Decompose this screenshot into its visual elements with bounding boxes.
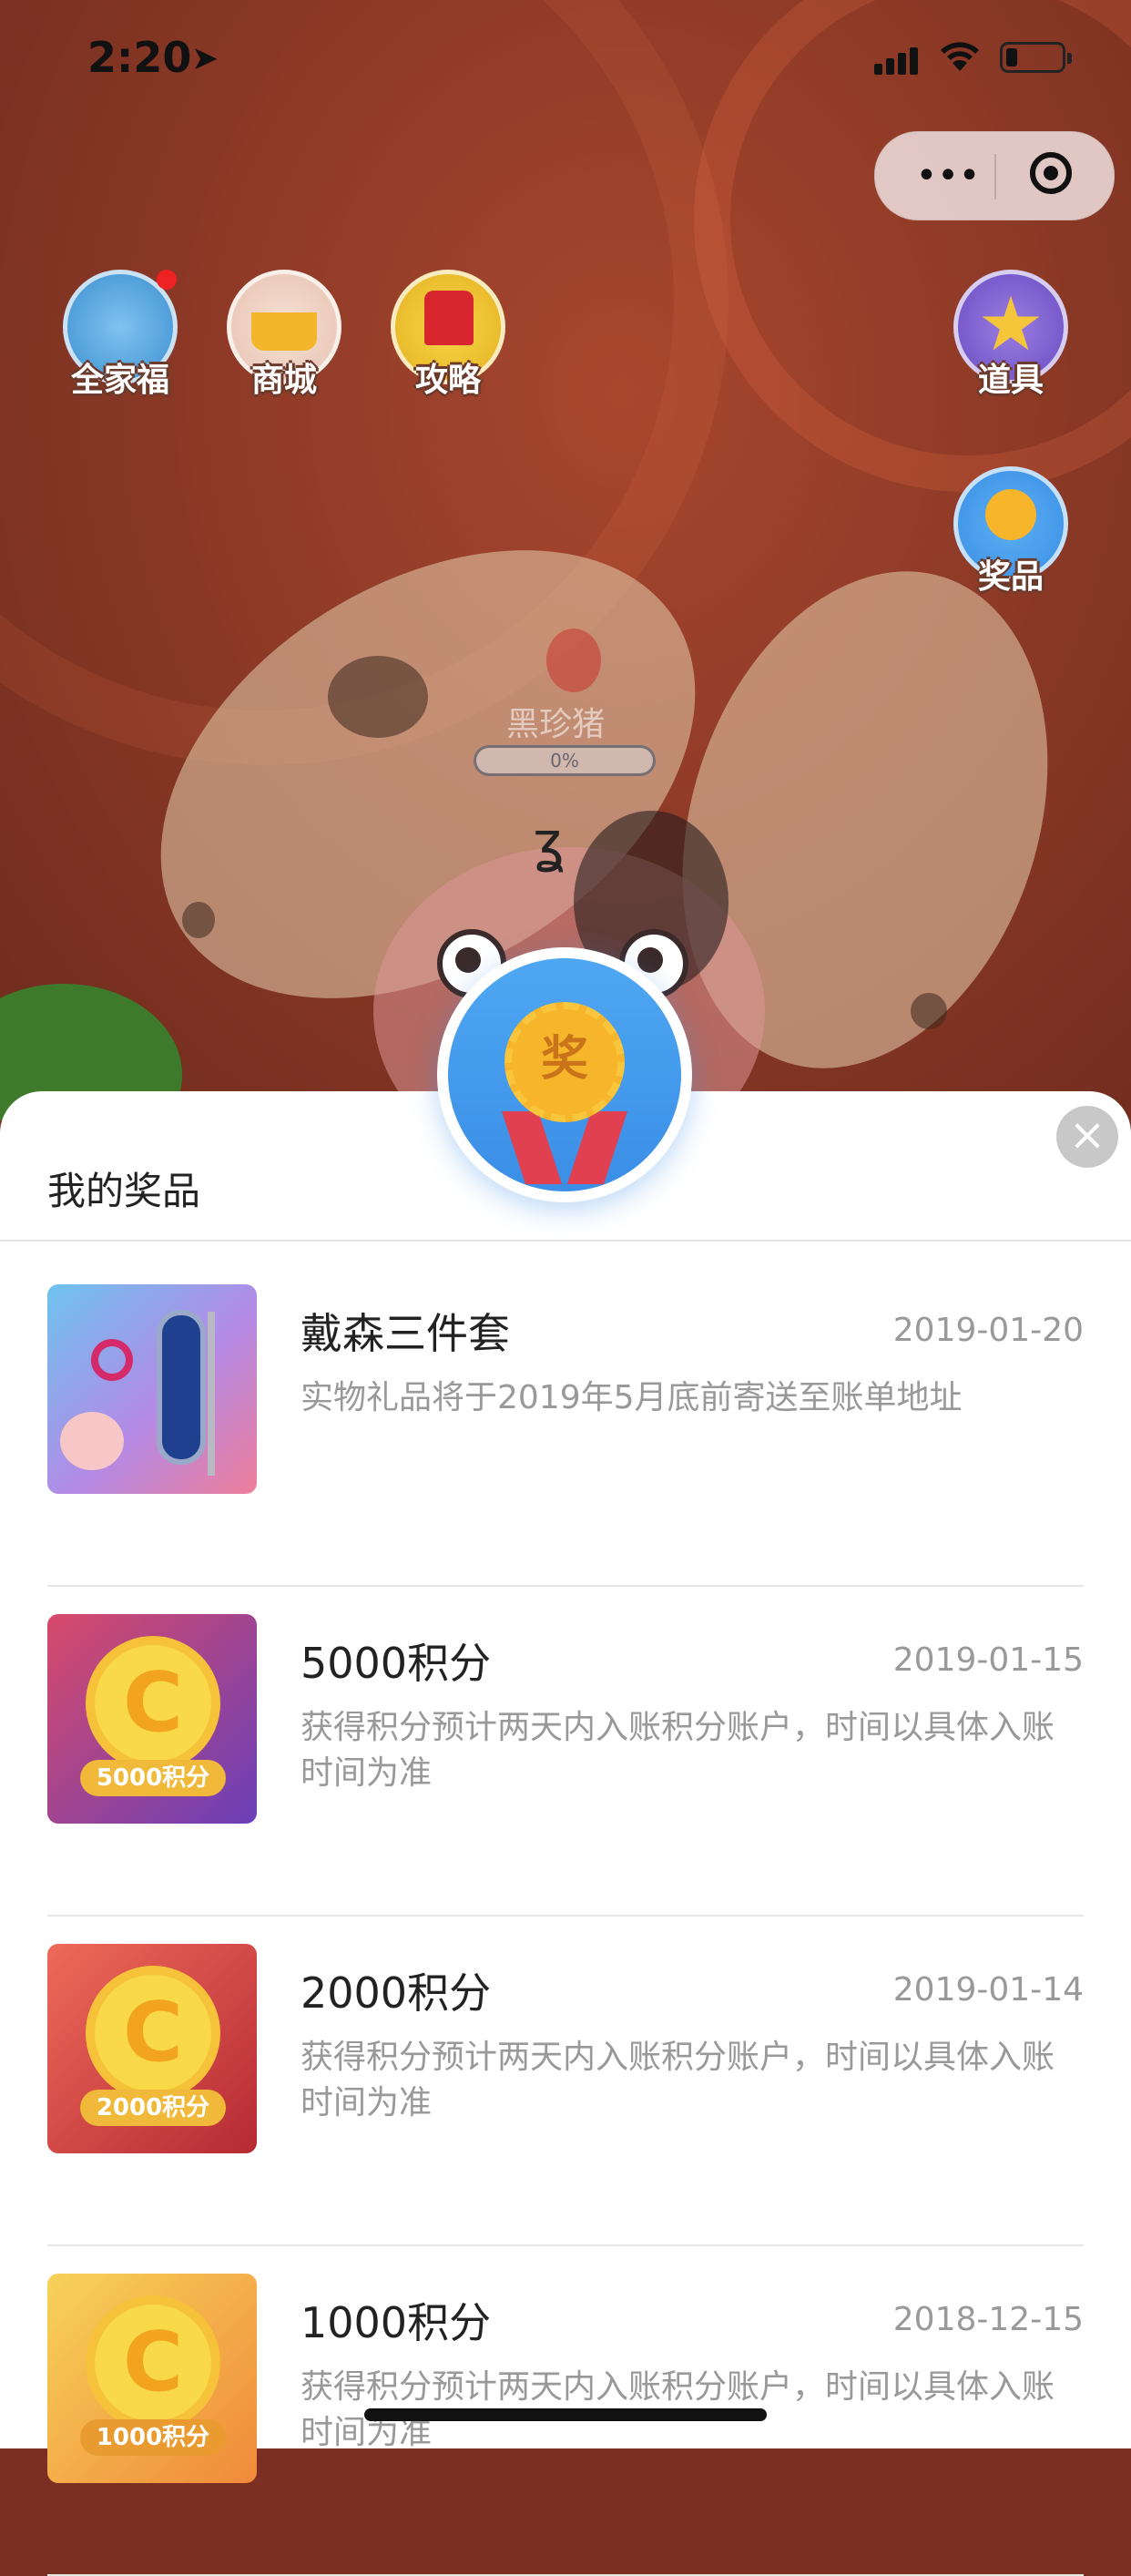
prize-medal-icon: 奖: [437, 947, 692, 1202]
koi-spot: [182, 902, 215, 938]
points-tag: 1000积分: [80, 2419, 226, 2456]
close-icon[interactable]: ×: [1056, 1106, 1118, 1168]
more-dots-icon[interactable]: •••: [912, 158, 984, 194]
koi-spot: [328, 656, 428, 738]
home-indicator[interactable]: [364, 2408, 767, 2421]
points-coin-orange: C 1000积分: [47, 2274, 257, 2483]
shop-button[interactable]: 商城: [224, 270, 344, 406]
status-time: 2:20: [87, 33, 192, 82]
family-photo-label: 全家福: [70, 362, 169, 399]
sleep-squiggle-icon: ʓ: [533, 811, 565, 874]
prize-item[interactable]: C 1000积分 1000积分 2018-12-15 获得积分预计两天内入账积分…: [47, 2274, 1084, 2576]
props-label: 道具: [977, 362, 1044, 399]
target-icon[interactable]: [1030, 152, 1072, 194]
sheet-divider: [0, 1240, 1131, 1242]
medal-text: 奖: [504, 1002, 625, 1122]
prizes-sheet: 我的奖品 × 戴森三件套 2019-01-20 实物礼品将于2019年5月底前寄…: [0, 1091, 1131, 2576]
points-coin-icon: C: [86, 1636, 220, 1771]
koi-spot: [546, 629, 601, 692]
prize-description: 获得积分预计两天内入账积分账户，时间以具体入账时间为准: [301, 1709, 1055, 1792]
prize-list: 戴森三件套 2019-01-20 实物礼品将于2019年5月底前寄送至账单地址 …: [47, 1284, 1084, 2576]
prize-name: 5000积分: [301, 1639, 492, 1688]
prize-item[interactable]: C 5000积分 5000积分 2019-01-15 获得积分预计两天内入账积分…: [47, 1614, 1084, 1917]
battery-icon: [1000, 42, 1072, 73]
prize-date: 2018-12-15: [892, 2301, 1084, 2338]
props-button[interactable]: ★ 道具: [951, 270, 1071, 406]
points-coin-icon: C: [86, 1966, 220, 2101]
notification-dot: [157, 270, 177, 290]
guide-label: 攻略: [414, 362, 481, 399]
prize-name: 戴森三件套: [301, 1309, 510, 1358]
prize-item[interactable]: 戴森三件套 2019-01-20 实物礼品将于2019年5月底前寄送至账单地址: [47, 1284, 1084, 1587]
prizes-button[interactable]: 奖品: [951, 466, 1071, 603]
pet-progress-label: 0%: [550, 750, 579, 772]
shop-label: 商城: [250, 362, 317, 399]
prize-date: 2019-01-15: [892, 1641, 1084, 1679]
sheet-title: 我的奖品: [47, 1169, 201, 1213]
points-coin-purple: C 5000积分: [47, 1614, 257, 1824]
pet-name: 黑珍猪: [505, 706, 605, 743]
cellular-signal-icon: [874, 47, 922, 75]
prize-description: 获得积分预计两天内入账积分账户，时间以具体入账时间为准: [301, 2039, 1055, 2121]
prize-item[interactable]: C 2000积分 2000积分 2019-01-14 获得积分预计两天内入账积分…: [47, 1944, 1084, 2246]
prizes-label: 奖品: [977, 558, 1044, 596]
points-tag: 2000积分: [80, 2090, 226, 2126]
family-photo-button[interactable]: 全家福: [60, 270, 180, 406]
dyson-set-thumbnail: [47, 1284, 257, 1494]
guide-button[interactable]: 攻略: [388, 270, 508, 406]
prize-name: 1000积分: [301, 2298, 492, 2347]
prize-description: 实物礼品将于2019年5月底前寄送至账单地址: [301, 1379, 963, 1416]
capsule-divider: [994, 154, 996, 199]
points-tag: 5000积分: [80, 1760, 226, 1796]
prize-date: 2019-01-14: [892, 1971, 1084, 2009]
koi-spot: [911, 993, 947, 1029]
points-coin-red: C 2000积分: [47, 1944, 257, 2153]
pet-progress-bar: 0%: [474, 745, 656, 776]
wifi-icon: [941, 42, 979, 71]
points-coin-icon: C: [86, 2295, 220, 2430]
status-bar: 2:20 ➤: [0, 0, 1131, 118]
prize-date: 2019-01-20: [892, 1312, 1084, 1349]
prize-name: 2000积分: [301, 1968, 492, 2018]
location-arrow-icon: ➤: [191, 40, 219, 77]
miniprogram-capsule: •••: [874, 131, 1115, 220]
